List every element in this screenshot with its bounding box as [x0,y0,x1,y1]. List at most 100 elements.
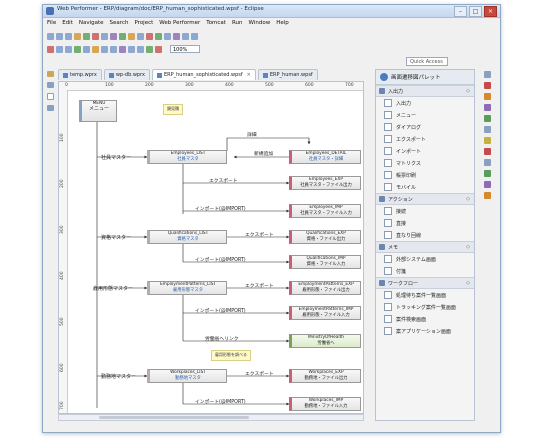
run-icon[interactable] [83,32,90,40]
zoom-select[interactable]: 100% [170,45,200,53]
align-middle-icon[interactable] [83,45,90,53]
refresh-icon[interactable] [164,32,171,40]
maximize-icon[interactable]: □ [469,6,482,17]
properties-icon[interactable] [483,71,491,78]
new-icon[interactable] [47,32,54,40]
diagram-canvas[interactable]: 0 100 200 300 400 500 600 700 100 200 30… [58,81,364,414]
node-employmentpatterns-list[interactable]: EmploymentPatterns_LIST 雇用形態マスタ [147,281,227,295]
palette-item-report[interactable]: 帳票印刷 [376,169,474,181]
node-employmentpatterns-exp[interactable]: EmploymentPatterns_EXP 雇用形態・ファイル出力 [289,281,361,295]
node-qualifications-list[interactable]: Qualifications_LIST 資格マスタ [147,230,227,244]
align-center-icon[interactable] [56,45,63,53]
palette-item-direct-line[interactable]: 直なり回線 [376,229,474,241]
node-qualifications-exp[interactable]: Qualifications_EXP 資格・ファイル出力 [289,230,361,244]
menu-window[interactable]: Window [249,20,271,26]
navigator-icon[interactable] [46,82,54,88]
palette-section-memo[interactable]: メモ ◇ [376,241,474,253]
align-right-icon[interactable] [65,45,72,53]
servers-icon[interactable] [483,115,491,122]
grid-icon[interactable] [119,45,126,53]
palette-section-io[interactable]: 入出力 ◇ [376,85,474,97]
collapse-icon[interactable]: ◇ [466,196,470,202]
outline-icon[interactable] [46,93,54,100]
search-view-icon[interactable] [483,170,491,177]
search-icon[interactable] [137,32,144,40]
minimize-icon[interactable]: – [454,6,467,17]
palette-item-menu[interactable]: メニュー [376,109,474,121]
menu-help[interactable]: Help [276,20,289,26]
print-icon[interactable] [74,32,81,40]
palette-item-wf-pending[interactable]: 処理待ち案件一覧画面 [376,289,474,301]
align-top-icon[interactable] [74,45,81,53]
stop-icon[interactable] [92,32,99,40]
declaration-icon[interactable] [483,192,491,199]
zoom-in-icon[interactable] [146,45,153,53]
node-workplaces-imp[interactable]: Workplaces_IMP 勤務地・ファイル入力 [289,397,361,411]
palette-item-wf-search[interactable]: 案件検索画面 [376,313,474,325]
tab-erp-human-sophisticated[interactable]: ERP_human_sophisticated.wpsf × [151,69,256,80]
build-icon[interactable] [110,32,117,40]
menu-project[interactable]: Project [134,20,153,26]
scrollbar-thumb[interactable] [99,416,249,419]
bookmarks-icon[interactable] [483,137,491,144]
collapse-icon[interactable]: ◇ [466,280,470,286]
quick-access-input[interactable]: Quick Access [406,57,448,66]
tab-wp-db[interactable]: wp-db.wprx [103,69,150,80]
debug-icon[interactable] [101,32,108,40]
tomcat-stop-icon[interactable] [155,32,162,40]
palette-item-io[interactable]: 入出力 [376,97,474,109]
hierarchy-icon[interactable] [46,105,54,111]
error-log-icon[interactable] [483,148,491,155]
palette-item-export[interactable]: エクスポート [376,133,474,145]
align-left-icon[interactable] [47,45,54,53]
deploy-icon[interactable] [119,32,126,40]
palette-item-external[interactable]: 外部システム画面 [376,253,474,265]
sticky-note[interactable]: 類見積 [163,104,183,115]
palette-item-import[interactable]: インポート [376,145,474,157]
forward-icon[interactable] [191,32,198,40]
menu-run[interactable]: Run [232,20,243,26]
tomcat-start-icon[interactable] [146,32,153,40]
package-explorer-icon[interactable] [46,71,54,77]
palette-item-mobile[interactable]: モバイル [376,181,474,193]
node-employmentpatterns-imp[interactable]: EmploymentPatterns_IMP 雇用形態・ファイル入力 [289,306,361,320]
close-icon[interactable]: × [484,6,497,17]
collapse-icon[interactable]: ◇ [466,88,470,94]
menu-tomcat[interactable]: Tomcat [206,20,226,26]
tab-temp[interactable]: temp.wprx [58,69,102,80]
palette-item-connect[interactable]: 接続 [376,205,474,217]
generate-icon[interactable] [128,32,135,40]
palette-item-wf-tracking[interactable]: トラッキング案件一覧画面 [376,301,474,313]
menu-edit[interactable]: Edit [62,20,73,26]
palette-item-dialog[interactable]: ダイアログ [376,121,474,133]
collapse-icon[interactable]: ◇ [466,244,470,250]
node-qualifications-imp[interactable]: Qualifications_IMP 資格・ファイル入力 [289,255,361,269]
history-icon[interactable] [483,126,491,133]
palette-section-workflow[interactable]: ワークフロー ◇ [376,277,474,289]
align-bottom-icon[interactable] [92,45,99,53]
node-employees-list[interactable]: Employees_LIST 社員マスタ [147,150,227,164]
snap-icon[interactable] [128,45,135,53]
menu-navigate[interactable]: Navigate [79,20,104,26]
tab-erp-human[interactable]: ERP_human.wpsf [257,69,318,80]
menu-web-performer[interactable]: Web Performer [159,20,200,26]
match-height-icon[interactable] [110,45,117,53]
external-tools-icon[interactable] [173,32,180,40]
menu-file[interactable]: File [47,20,56,26]
palette-item-direct[interactable]: 直接 [376,217,474,229]
save-all-icon[interactable] [65,32,72,40]
palette-item-wf-app[interactable]: 案アプリケーション画面 [376,325,474,337]
back-icon[interactable] [182,32,189,40]
palette-item-sticky[interactable]: 付箋 [376,265,474,277]
zoom-out-icon[interactable] [155,45,162,53]
node-employees-exp[interactable]: Employees_EXP 社員マスタ・ファイル出力 [289,176,361,190]
sticky-note[interactable]: 雇用形態を調べる [211,350,251,361]
horizontal-scrollbar[interactable] [58,414,364,421]
tab-close-icon[interactable]: × [247,70,251,80]
node-employees-imp[interactable]: Employees_IMP 社員マスタ・ファイル入力 [289,204,361,218]
javadoc-icon[interactable] [483,181,491,188]
menu-search[interactable]: Search [110,20,129,26]
progress-icon[interactable] [483,159,491,166]
palette-item-matrix[interactable]: マトリクス [376,157,474,169]
node-ministryofhealth[interactable]: MinistryOfHealth 労働省へ [289,334,361,348]
